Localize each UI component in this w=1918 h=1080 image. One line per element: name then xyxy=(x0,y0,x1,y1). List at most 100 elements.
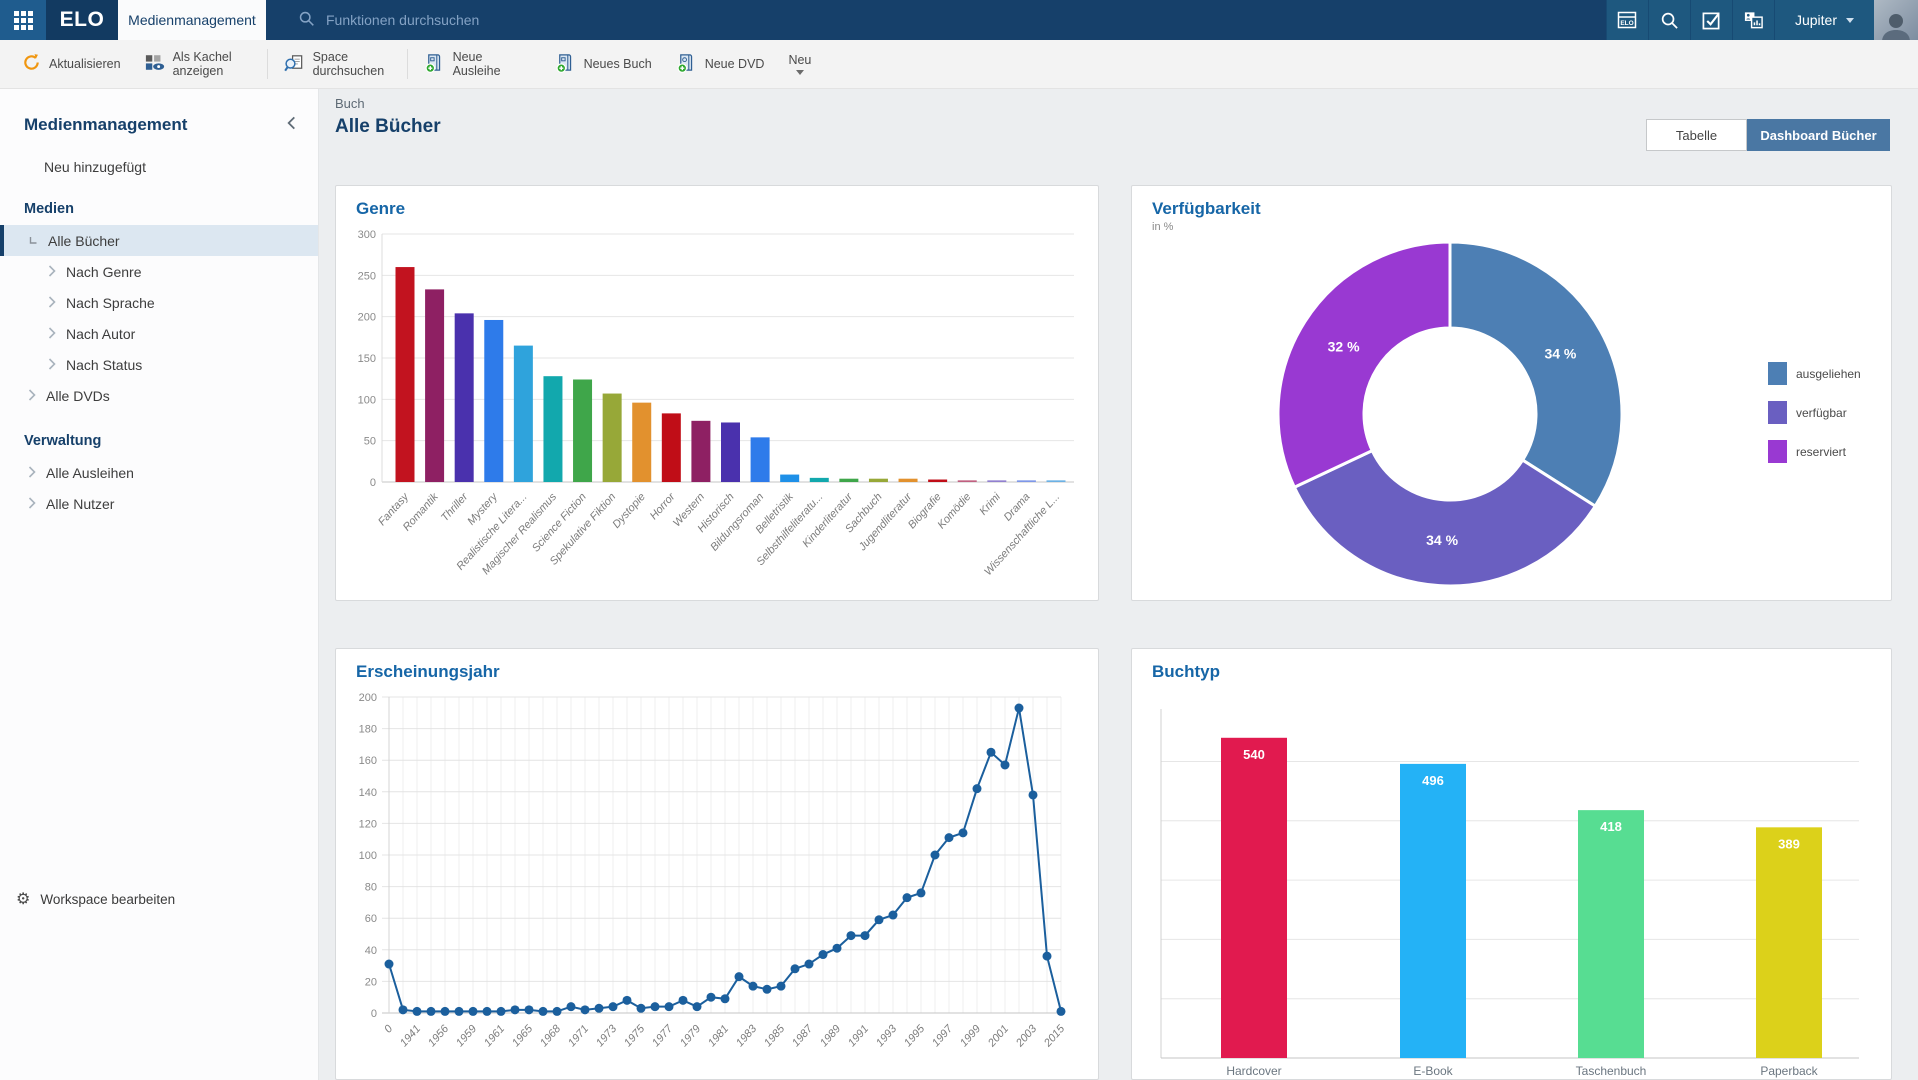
availability-chart-title: Verfügbarkeit xyxy=(1152,199,1891,219)
new-dropdown-button[interactable]: Neu xyxy=(776,40,823,88)
legend-item-reserviert: reserviert xyxy=(1768,440,1861,463)
legend-swatch xyxy=(1768,401,1787,424)
availability-legend: ausgeliehen verfügbar reserviert xyxy=(1768,362,1861,463)
dvd-plus-icon xyxy=(676,52,697,77)
spaces-icon[interactable] xyxy=(1732,0,1774,40)
svg-text:1989: 1989 xyxy=(818,1023,843,1049)
sidebar-item-nach-genre[interactable]: Nach Genre xyxy=(0,256,318,287)
sidebar-item-label: Alle Ausleihen xyxy=(46,465,134,481)
svg-text:34 %: 34 % xyxy=(1544,345,1576,361)
publication-year-card: Erscheinungsjahr 02040608010012014016018… xyxy=(335,648,1099,1080)
svg-text:2015: 2015 xyxy=(1041,1022,1068,1050)
svg-text:1977: 1977 xyxy=(650,1022,676,1049)
svg-text:300: 300 xyxy=(358,229,376,241)
svg-text:140: 140 xyxy=(359,787,377,799)
sidebar-item-nach-sprache[interactable]: Nach Sprache xyxy=(0,287,318,318)
legend-label: verfügbar xyxy=(1796,406,1847,420)
tab-medienmanagement[interactable]: Medienmanagement xyxy=(118,0,266,40)
sidebar-item-neu-hinzugefuegt[interactable]: Neu hinzugefügt xyxy=(0,145,318,179)
function-search-field[interactable]: Funktionen durchsuchen xyxy=(266,0,1606,40)
edit-workspace-label: Workspace bearbeiten xyxy=(40,892,175,907)
sidebar-item-label: Alle Bücher xyxy=(48,233,120,249)
toolbar-item-label: Aktualisieren xyxy=(49,57,121,71)
sidebar-item-alle-nutzer[interactable]: Alle Nutzer xyxy=(0,488,318,519)
search-space-button[interactable]: Space durchsuchen xyxy=(272,40,403,88)
legend-label: reserviert xyxy=(1796,445,1846,459)
sidebar-item-alle-dvds[interactable]: Alle DVDs xyxy=(0,380,318,411)
svg-text:100: 100 xyxy=(359,850,377,862)
svg-text:540: 540 xyxy=(1243,747,1265,762)
svg-text:1959: 1959 xyxy=(454,1023,479,1049)
sidebar-item-alle-buecher[interactable]: Alle Bücher xyxy=(0,225,318,256)
dashboard-view-button[interactable]: Dashboard Bücher xyxy=(1747,119,1890,151)
tree-node-icon xyxy=(28,233,38,249)
user-name: Jupiter xyxy=(1795,12,1837,28)
new-loan-button[interactable]: Neue Ausleihe xyxy=(412,40,543,88)
book-type-bar-chart: 540Hardcover496E-Book418Taschenbuch389Pa… xyxy=(1148,689,1875,1078)
sidebar-item-nach-status[interactable]: Nach Status xyxy=(0,349,318,380)
svg-text:150: 150 xyxy=(358,353,376,365)
search-document-icon xyxy=(284,52,305,76)
svg-text:496: 496 xyxy=(1422,773,1444,788)
ribbon-toolbar: Aktualisieren Als Kachel anzeigen Space … xyxy=(0,40,1918,89)
svg-text:Hardcover: Hardcover xyxy=(1226,1064,1281,1078)
svg-text:1985: 1985 xyxy=(762,1022,788,1049)
svg-text:40: 40 xyxy=(365,945,377,957)
svg-text:0: 0 xyxy=(370,477,376,489)
elo-media-management-app: { "topbar": { "logo": "ELO", "active_tab… xyxy=(0,0,1918,1080)
genre-chart-title: Genre xyxy=(356,199,1098,219)
show-as-tile-button[interactable]: Als Kachel anzeigen xyxy=(133,40,263,88)
toolbar-item-label: Neue Ausleihe xyxy=(453,50,531,79)
svg-text:32 %: 32 % xyxy=(1328,338,1360,354)
user-avatar[interactable] xyxy=(1874,0,1918,40)
svg-text:Krimi: Krimi xyxy=(977,491,1003,518)
chevron-down-icon xyxy=(1846,18,1854,23)
svg-text:Taschenbuch: Taschenbuch xyxy=(1576,1064,1647,1078)
svg-text:100: 100 xyxy=(358,394,376,406)
svg-text:E-Book: E-Book xyxy=(1413,1064,1453,1078)
sidebar-item-alle-ausleihen[interactable]: Alle Ausleihen xyxy=(0,457,318,488)
svg-text:80: 80 xyxy=(365,882,377,894)
global-search-icon[interactable] xyxy=(1648,0,1690,40)
svg-text:1956: 1956 xyxy=(426,1022,452,1049)
gear-icon: ⚙ xyxy=(16,889,30,909)
svg-text:50: 50 xyxy=(364,436,376,448)
legend-item-verfuegbar: verfügbar xyxy=(1768,401,1861,424)
chevron-right-icon xyxy=(48,264,56,280)
svg-text:0: 0 xyxy=(371,1008,377,1020)
sidebar-item-nach-autor[interactable]: Nach Autor xyxy=(0,318,318,349)
sidebar-section-verwaltung: Verwaltung xyxy=(0,411,318,457)
new-dvd-button[interactable]: Neue DVD xyxy=(664,40,777,88)
table-view-button[interactable]: Tabelle xyxy=(1646,119,1747,151)
svg-text:200: 200 xyxy=(358,312,376,324)
tasks-checkbox-icon[interactable] xyxy=(1690,0,1732,40)
collapse-sidebar-icon[interactable] xyxy=(287,116,296,135)
sidebar-item-label: Alle DVDs xyxy=(46,388,110,404)
edit-workspace-button[interactable]: ⚙ Workspace bearbeiten xyxy=(0,889,318,909)
sidebar-item-label: Nach Status xyxy=(66,357,142,373)
genre-bar-chart: 050100150200250300FantasyRomantikThrille… xyxy=(352,228,1080,596)
legend-swatch xyxy=(1768,362,1787,385)
apps-grid-icon[interactable] xyxy=(0,0,46,40)
svg-text:0: 0 xyxy=(382,1022,396,1035)
user-menu[interactable]: Jupiter xyxy=(1774,0,1874,40)
svg-text:418: 418 xyxy=(1600,819,1622,834)
book-type-card: Buchtyp 540Hardcover496E-Book418Taschenb… xyxy=(1131,648,1892,1080)
sidebar-item-label: Nach Sprache xyxy=(66,295,155,311)
breadcrumb[interactable]: Buch xyxy=(335,96,365,111)
svg-text:Paperback: Paperback xyxy=(1760,1064,1818,1078)
genre-card: Genre 050100150200250300FantasyRomantikT… xyxy=(335,185,1099,601)
sidebar-header: Medienmanagement xyxy=(0,89,318,145)
refresh-button[interactable]: Aktualisieren xyxy=(10,40,133,88)
sidebar-item-label: Nach Autor xyxy=(66,326,135,342)
elo-logo[interactable]: ELO xyxy=(46,0,118,40)
new-book-button[interactable]: Neues Buch xyxy=(543,40,664,88)
legend-label: ausgeliehen xyxy=(1796,367,1861,381)
elo-tile-icon[interactable]: ELO xyxy=(1606,0,1648,40)
svg-text:1961: 1961 xyxy=(482,1023,507,1049)
publication-year-line-chart: 0204060801001201401601802000194119561959… xyxy=(352,695,1080,1075)
svg-text:1995: 1995 xyxy=(902,1022,928,1049)
toolbar-item-label: Neue DVD xyxy=(705,57,765,71)
main-content: Buch Alle Bücher Tabelle Dashboard Büche… xyxy=(318,89,1918,1080)
chevron-right-icon xyxy=(28,388,36,404)
